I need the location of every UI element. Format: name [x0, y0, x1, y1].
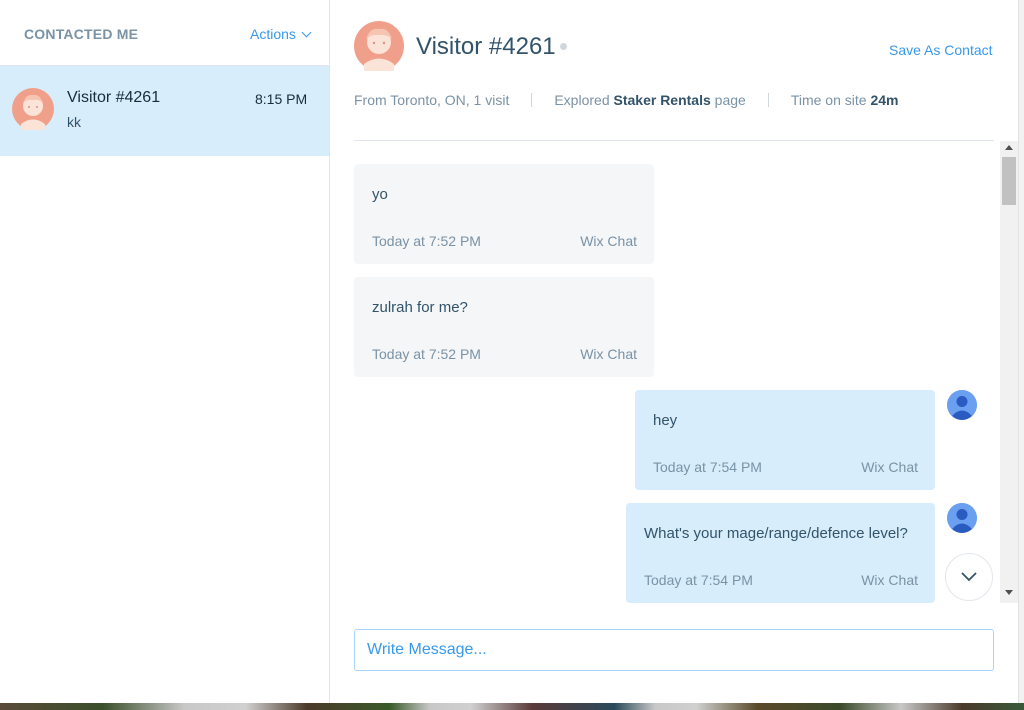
explored-page: Staker Rentals — [613, 92, 711, 108]
time-prefix: Time on site — [790, 92, 867, 108]
scroll-up-arrow-icon[interactable] — [1005, 145, 1013, 150]
message-text: yo — [372, 186, 388, 203]
agent-avatar-icon — [947, 390, 977, 420]
status-dot-icon — [560, 43, 567, 50]
message-text: hey — [653, 412, 678, 429]
divider — [767, 93, 769, 107]
message-bubble-incoming: yo Today at 7:52 PM Wix Chat — [354, 164, 654, 264]
message-timestamp: Today at 7:52 PM — [372, 233, 481, 249]
conversation-time: 8:15 PM — [255, 91, 308, 107]
conversation-preview: kk — [67, 114, 81, 130]
save-as-contact-link[interactable]: Save As Contact — [889, 42, 993, 58]
actions-label: Actions — [250, 26, 296, 42]
chevron-down-icon — [961, 572, 977, 582]
actions-dropdown[interactable]: Actions — [250, 26, 312, 42]
message-text: zulrah for me? — [372, 299, 468, 316]
message-timestamp: Today at 7:52 PM — [372, 346, 481, 362]
message-timestamp: Today at 7:54 PM — [653, 459, 762, 475]
scroll-to-bottom-button[interactable] — [945, 553, 993, 601]
message-source: Wix Chat — [861, 572, 918, 588]
message-scrollbar[interactable] — [1000, 141, 1018, 603]
sidebar-title: CONTACTED ME — [24, 26, 139, 42]
sidebar-header: CONTACTED ME Actions — [0, 0, 329, 66]
visitor-avatar-icon — [354, 21, 404, 76]
message-bubble-outgoing: What's your mage/range/defence level? To… — [626, 503, 935, 603]
message-source: Wix Chat — [861, 459, 918, 475]
message-text: What's your mage/range/defence level? — [644, 525, 908, 542]
chat-app: CONTACTED ME Actions Visitor #4261 8:15 … — [0, 0, 1018, 703]
explored-suffix: page — [714, 92, 746, 108]
time-value: 24m — [870, 92, 899, 108]
conversation-name: Visitor #4261 — [67, 89, 161, 106]
conversation-item[interactable]: Visitor #4261 8:15 PM kk — [0, 66, 329, 156]
window-edge — [1018, 0, 1024, 703]
message-source: Wix Chat — [580, 346, 637, 362]
message-timestamp: Today at 7:54 PM — [644, 572, 753, 588]
time-on-site: Time on site 24m — [791, 92, 899, 108]
scroll-thumb[interactable] — [1002, 157, 1016, 205]
visitor-avatar-icon — [12, 88, 54, 135]
desktop-strip — [0, 703, 1024, 710]
visitor-info-bar: From Toronto, ON, 1 visit Explored Stake… — [354, 92, 898, 108]
message-source: Wix Chat — [580, 233, 637, 249]
divider — [531, 93, 533, 107]
message-input[interactable] — [354, 629, 994, 671]
message-list: yo Today at 7:52 PM Wix Chat zulrah for … — [330, 141, 1018, 603]
message-bubble-incoming: zulrah for me? Today at 7:52 PM Wix Chat — [354, 277, 654, 377]
explored-page-info: Explored Staker Rentals page — [554, 92, 745, 108]
conversations-sidebar: CONTACTED ME Actions Visitor #4261 8:15 … — [0, 0, 330, 703]
scroll-down-arrow-icon[interactable] — [1005, 590, 1013, 595]
visitor-location: From Toronto, ON, 1 visit — [354, 92, 510, 108]
message-bubble-outgoing: hey Today at 7:54 PM Wix Chat — [635, 390, 935, 490]
explored-prefix: Explored — [554, 92, 610, 108]
visitor-name: Visitor #4261 — [416, 33, 556, 60]
chat-panel: Visitor #4261 Save As Contact From Toron… — [330, 0, 1018, 703]
agent-avatar-icon — [947, 503, 977, 533]
chevron-down-icon — [301, 27, 312, 38]
